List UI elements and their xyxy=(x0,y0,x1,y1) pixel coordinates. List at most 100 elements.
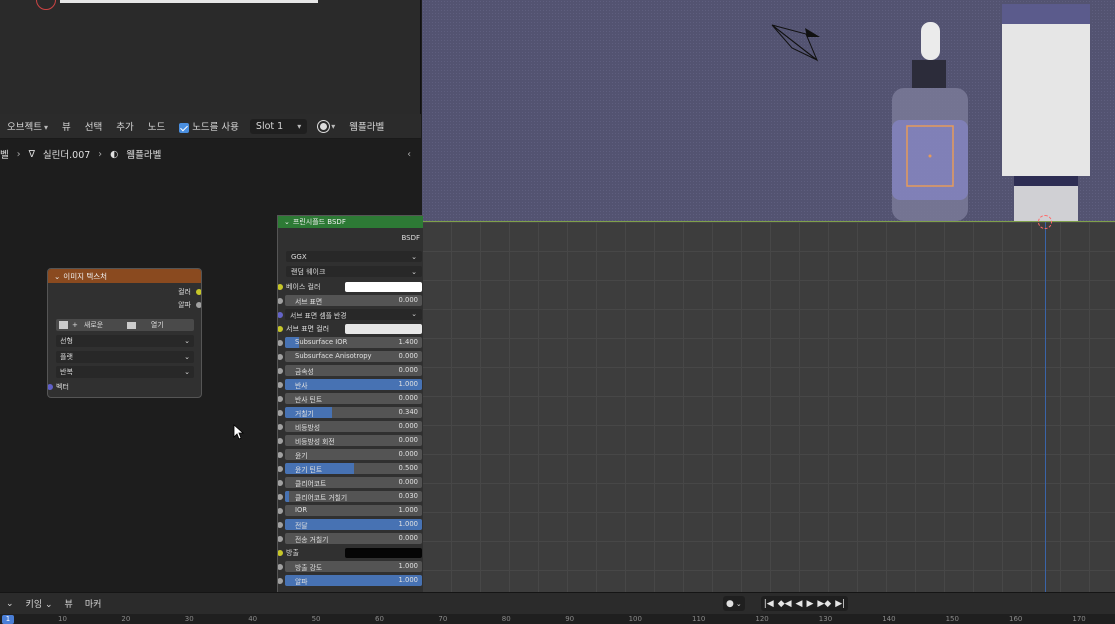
param-socket[interactable] xyxy=(278,480,283,486)
slot-dropdown[interactable]: Slot 1 ▾ xyxy=(249,118,308,134)
param-socket[interactable] xyxy=(278,424,283,430)
frame-ruler[interactable]: 1 10 20 30 40 50 60 70 80 90 100 110 120 130 140 150 16… xyxy=(0,614,1115,624)
param-slider[interactable]: 클리어코트 0.000 xyxy=(285,477,422,488)
play-reverse-icon[interactable]: ◀ xyxy=(796,599,803,609)
param-socket[interactable] xyxy=(278,340,283,346)
current-frame-indicator[interactable]: 1 xyxy=(2,615,14,624)
param-slider[interactable]: 윤기 0.000 xyxy=(285,449,422,460)
collapse-chevron-icon[interactable]: ⌄ xyxy=(54,272,60,281)
jump-end-icon[interactable]: ▶| xyxy=(835,599,845,609)
param-slider[interactable]: 클리어코트 거칠기 0.030 xyxy=(285,491,422,502)
param-slider[interactable]: Subsurface IOR 1.400 xyxy=(285,337,422,348)
param-socket[interactable] xyxy=(278,410,283,416)
menu-select[interactable]: 선택 xyxy=(78,119,109,133)
subsurface-method-dropdown[interactable]: 랜덤 웨이크 ⌄ xyxy=(286,266,422,277)
collapse-chevron-icon[interactable]: ⌄ xyxy=(284,218,290,226)
param-socket[interactable] xyxy=(278,438,283,444)
timeline-editor-dropdown[interactable]: ⌄ xyxy=(0,599,20,609)
subsurface-color-label: 서브 표면 컬러 xyxy=(286,325,330,333)
timeline-view-menu[interactable]: 뷰 xyxy=(59,597,79,610)
param-value: 0.000 xyxy=(398,422,418,430)
vector-input-socket[interactable] xyxy=(48,384,53,390)
open-image-button[interactable]: 열기 xyxy=(151,320,164,330)
play-icon[interactable]: ▶ xyxy=(806,599,813,609)
param-slider[interactable]: 금속성 0.000 xyxy=(285,365,422,376)
menu-add[interactable]: 추가 xyxy=(109,119,140,133)
subsurface-color-socket[interactable] xyxy=(278,326,283,332)
principled-bsdf-node[interactable]: ⌄ 프린시플드 BSDF BSDF GGX ⌄ 랜덤 웨이크 ⌄ 베이스 컬러 서브… xyxy=(277,215,423,592)
param-socket[interactable] xyxy=(278,494,283,500)
param-slider[interactable]: Subsurface Anisotropy 0.000 xyxy=(285,351,422,362)
alpha-slider[interactable]: 알파 1.000 xyxy=(285,575,422,586)
param-slider[interactable]: 전달 1.000 xyxy=(285,519,422,530)
record-button[interactable]: ● ⌄ xyxy=(723,596,745,611)
distribution-label: GGX xyxy=(291,252,307,261)
param-slider[interactable]: 반사 틴트 0.000 xyxy=(285,393,422,404)
plus-icon[interactable]: + xyxy=(72,321,78,329)
emission-strength-slider[interactable]: 방출 강도 1.000 xyxy=(285,561,422,572)
param-socket[interactable] xyxy=(278,382,283,388)
3d-viewport[interactable] xyxy=(422,0,1115,592)
param-socket[interactable] xyxy=(278,466,283,472)
subsurface-socket[interactable] xyxy=(278,298,283,304)
bsdf-param-row: 윤기 틴트 0.500 xyxy=(278,462,423,476)
object-mode-menu[interactable]: 오브젝트 ▾ xyxy=(0,119,55,133)
folder-icon[interactable] xyxy=(126,321,136,329)
subsurface-color-swatch[interactable] xyxy=(345,324,422,334)
menu-node[interactable]: 노드 xyxy=(141,119,172,133)
subsurface-radius-dropdown[interactable]: 서브 표면 셈플 반경 ⌄ xyxy=(285,309,422,320)
breadcrumb-chevron-icon: › xyxy=(98,148,103,160)
menu-view[interactable]: 뷰 xyxy=(55,119,78,133)
emission-strength-socket[interactable] xyxy=(278,564,283,570)
image-texture-node-header[interactable]: ⌄ 이미지 텍스처 xyxy=(48,269,201,283)
subsurface-slider[interactable]: 서브 표면 0.000 xyxy=(285,295,422,306)
breadcrumb-first: 벨 xyxy=(0,150,9,161)
material-browse[interactable]: ▾ xyxy=(311,120,342,132)
base-color-socket[interactable] xyxy=(278,284,283,290)
output-color-socket[interactable] xyxy=(196,289,201,295)
frame-tick-label: 20 xyxy=(121,615,131,623)
param-socket[interactable] xyxy=(278,396,283,402)
image-texture-node[interactable]: ⌄ 이미지 텍스처 컬러 알파 + 새로운 열기 선형 ⌄ 플랫 ⌄ 반복 ⌄ 벡터 xyxy=(47,268,202,398)
marker-menu[interactable]: 마커 xyxy=(79,597,108,610)
param-socket[interactable] xyxy=(278,452,283,458)
param-socket[interactable] xyxy=(278,354,283,360)
param-slider[interactable]: 비등방성 0.000 xyxy=(285,421,422,432)
collapse-icon[interactable]: ‹ xyxy=(407,149,411,160)
next-keyframe-icon[interactable]: ▶◆ xyxy=(817,599,831,609)
projection-dropdown[interactable]: 플랫 ⌄ xyxy=(56,351,194,363)
param-slider[interactable]: 거칠기 0.340 xyxy=(285,407,422,418)
emission-strength-label: 방출 강도 xyxy=(295,564,323,572)
keying-menu[interactable]: 키잉 ⌄ xyxy=(20,597,59,610)
jump-start-icon[interactable]: |◀ xyxy=(764,599,774,609)
param-socket[interactable] xyxy=(278,368,283,374)
param-slider[interactable]: 윤기 틴트 0.500 xyxy=(285,463,422,474)
use-nodes-toggle[interactable]: 노드를 사용 xyxy=(172,119,246,133)
subsurface-color-row: 서브 표면 컬러 xyxy=(278,322,423,336)
prev-keyframe-icon[interactable]: ◆◀ xyxy=(778,599,792,609)
interpolation-dropdown[interactable]: 선형 ⌄ xyxy=(56,335,194,347)
new-image-button[interactable]: 새로운 xyxy=(84,320,124,330)
emission-strength-value: 1.000 xyxy=(398,562,418,570)
param-socket[interactable] xyxy=(278,508,283,514)
emission-socket[interactable] xyxy=(278,550,283,556)
alpha-socket[interactable] xyxy=(278,578,283,584)
param-slider[interactable]: 비등방성 회전 0.000 xyxy=(285,435,422,446)
param-socket[interactable] xyxy=(278,536,283,542)
distribution-dropdown[interactable]: GGX ⌄ xyxy=(286,251,422,262)
emission-color-swatch[interactable] xyxy=(345,548,422,558)
alpha-label: 알파 xyxy=(295,578,308,586)
principled-bsdf-header[interactable]: ⌄ 프린시플드 BSDF xyxy=(278,216,423,228)
material-name[interactable]: 웸플라벨 xyxy=(342,119,391,133)
upper-viewport[interactable] xyxy=(0,0,421,114)
base-color-swatch[interactable] xyxy=(345,282,422,292)
extension-dropdown[interactable]: 반복 ⌄ xyxy=(56,366,194,378)
param-slider[interactable]: IOR 1.000 xyxy=(285,505,422,516)
param-slider[interactable]: 전송 거칠기 0.000 xyxy=(285,533,422,544)
bsdf-param-row: Subsurface IOR 1.400 xyxy=(278,336,423,350)
output-alpha-socket[interactable] xyxy=(196,302,201,308)
image-icon[interactable] xyxy=(59,321,68,329)
param-slider[interactable]: 반사 1.000 xyxy=(285,379,422,390)
param-socket[interactable] xyxy=(278,522,283,528)
subsurface-radius-socket[interactable] xyxy=(278,312,283,318)
